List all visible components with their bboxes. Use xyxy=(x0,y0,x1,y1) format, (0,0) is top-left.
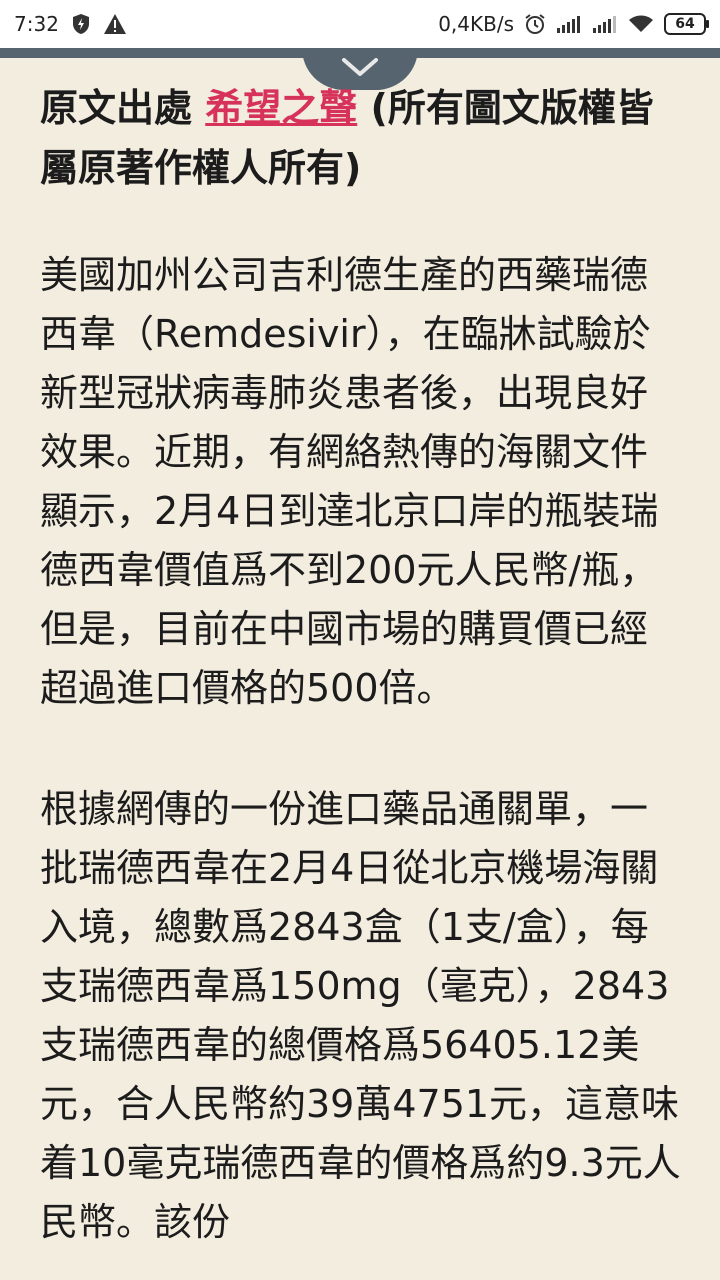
wifi-icon xyxy=(628,14,654,34)
article-paragraph: 根據網傳的一份進口藥品通關單，一批瑞德西韋在2月4日從北京機場海關入境，總數爲2… xyxy=(40,787,681,1244)
source-link[interactable]: 希望之聲 xyxy=(205,86,357,130)
network-speed: 0,4KB/s xyxy=(438,12,514,36)
alarm-icon xyxy=(524,13,546,35)
status-time: 7:32 xyxy=(14,12,59,36)
source-prefix: 原文出處 xyxy=(40,86,206,130)
signal-icon xyxy=(556,14,582,34)
source-credit: 原文出處 希望之聲 (所有圖文版權皆屬原著作權人所有) xyxy=(40,78,682,198)
article-paragraph: 美國加州公司吉利德生產的西藥瑞德西韋（Remdesivir），在臨牀試驗於新型冠… xyxy=(40,253,659,710)
warning-icon xyxy=(103,13,127,35)
article-content: 原文出處 希望之聲 (所有圖文版權皆屬原著作權人所有) 美國加州公司吉利德生產的… xyxy=(40,78,682,1252)
battery-icon: 64 xyxy=(664,13,709,35)
signal-icon xyxy=(592,14,618,34)
status-bar: 7:32 0,4KB/s 64 xyxy=(0,0,720,48)
shield-bolt-icon xyxy=(71,13,91,35)
